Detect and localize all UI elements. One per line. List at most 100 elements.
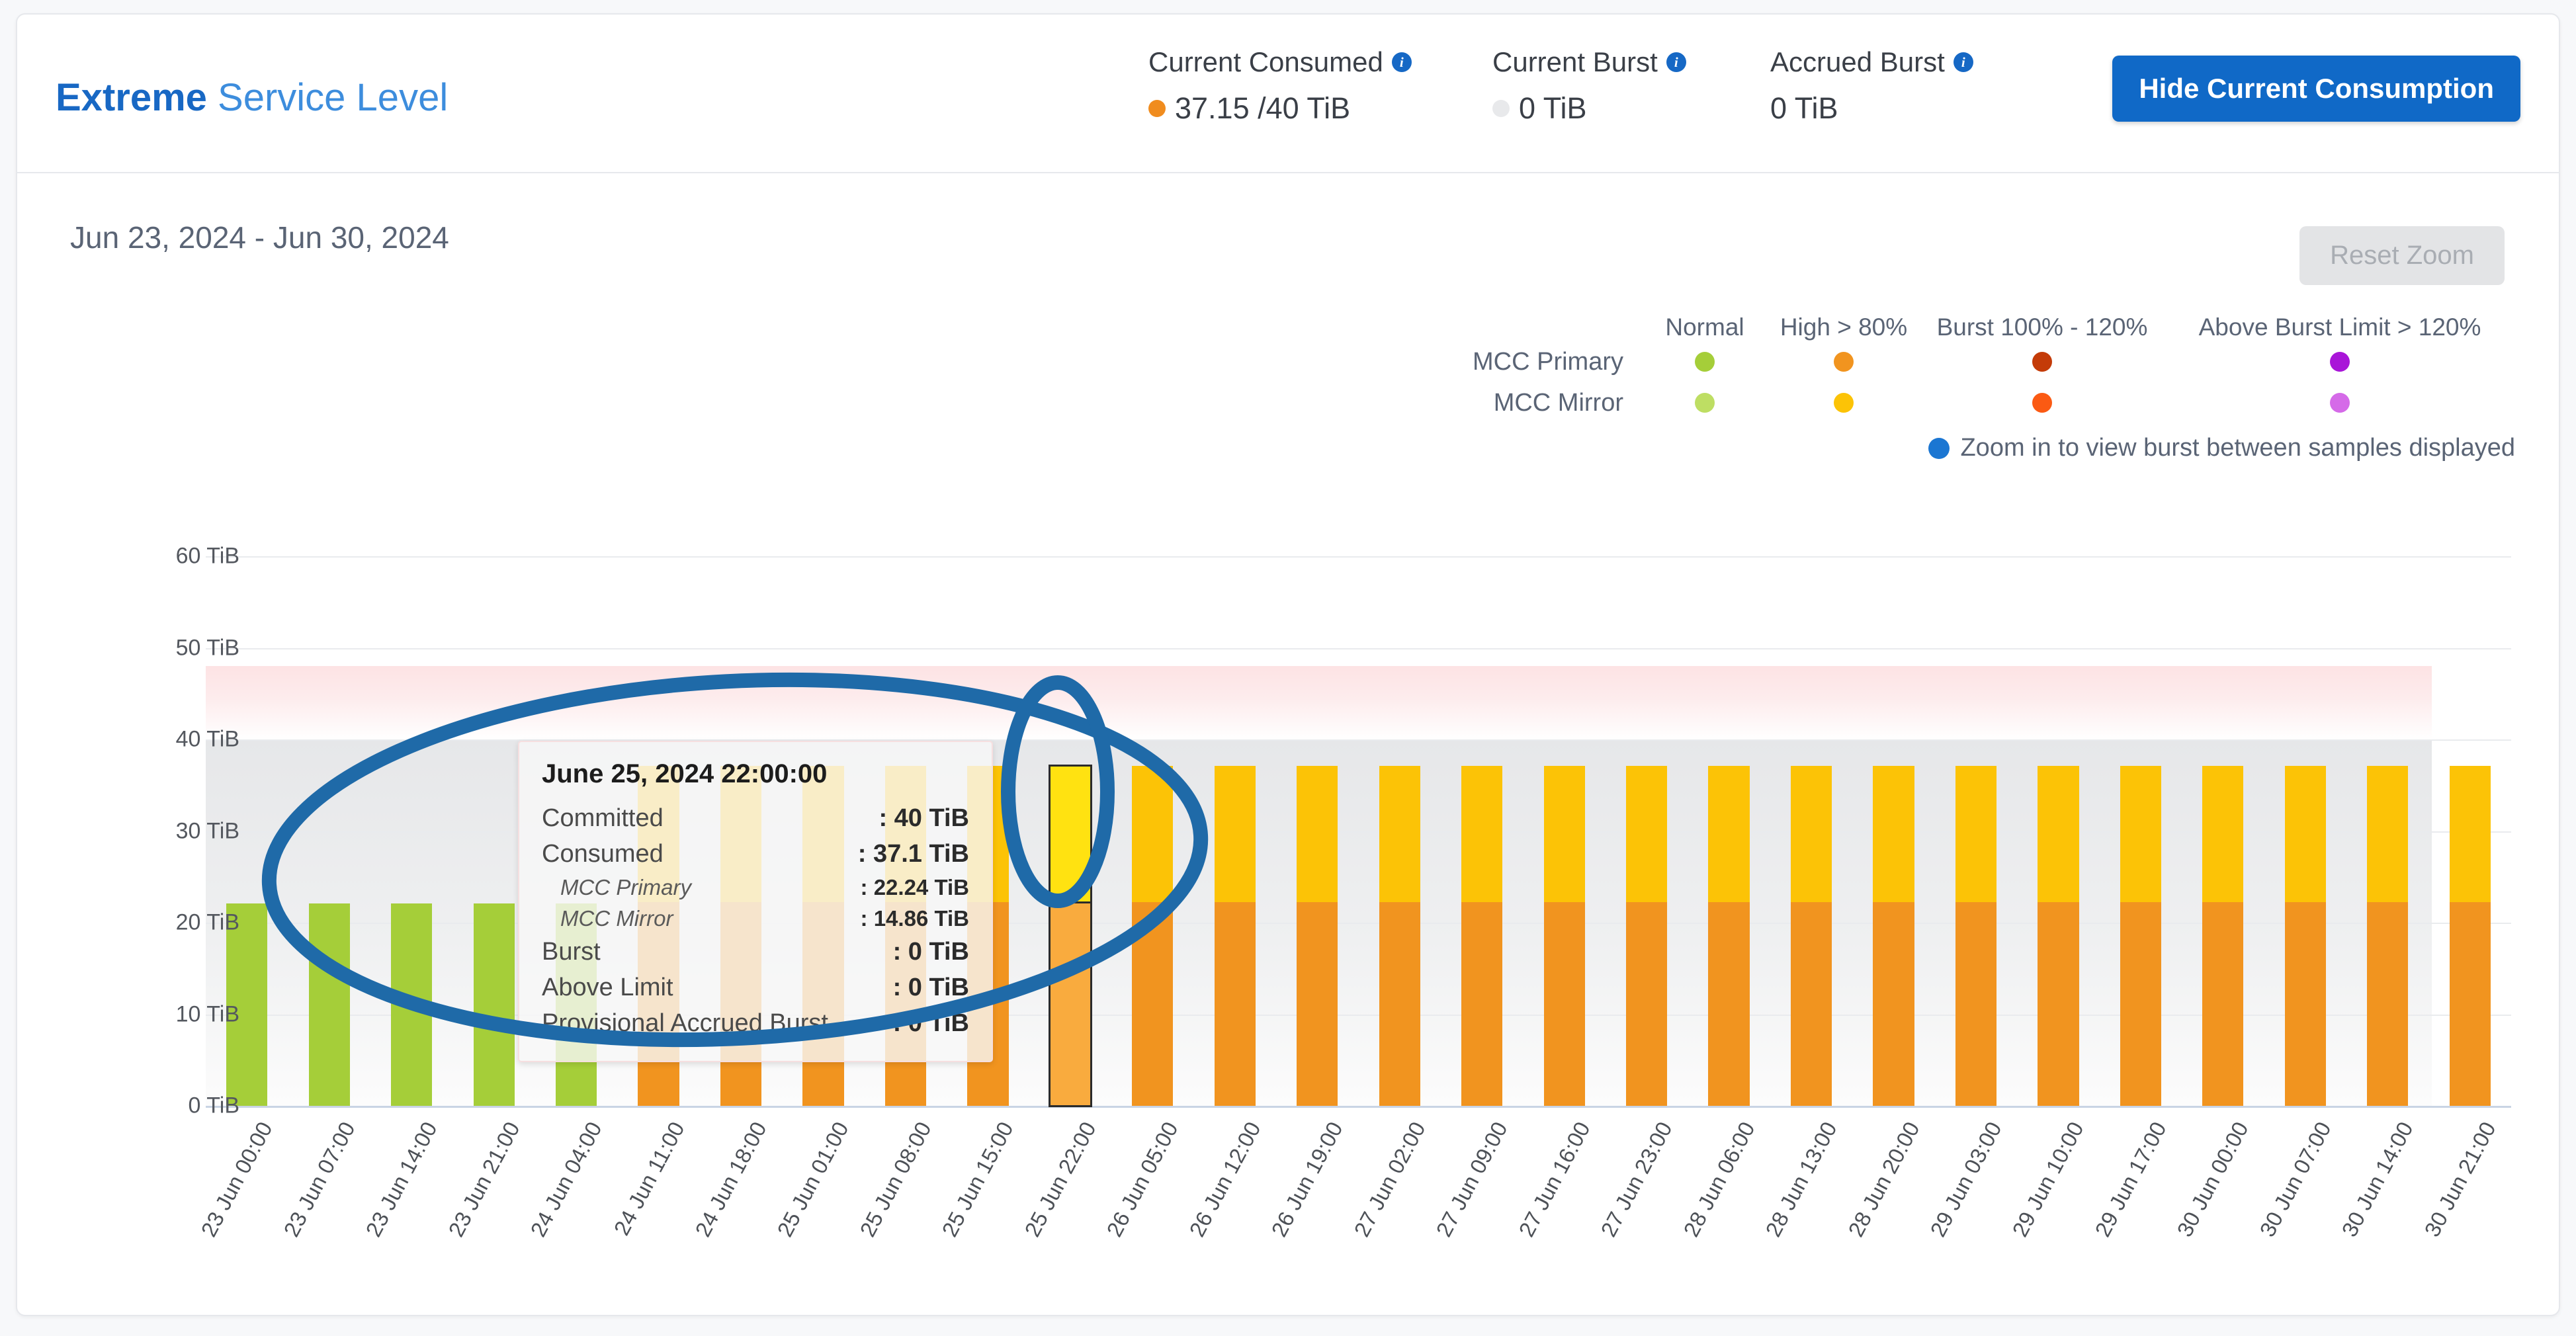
tooltip-row: Provisional Accrued Burst: 0 TiB bbox=[542, 1006, 969, 1042]
bar-segment-mcc-mirror bbox=[2202, 766, 2244, 903]
y-axis-tick-label: 30 TiB bbox=[175, 818, 239, 844]
x-axis-tick-label: 24 Jun 18:00 bbox=[690, 1118, 771, 1241]
tooltip-row-key: Provisional Accrued Burst bbox=[542, 1009, 828, 1037]
bar-segment-mcc-mirror bbox=[1048, 765, 1092, 904]
info-icon[interactable]: i bbox=[1953, 52, 1973, 72]
chart-bar[interactable] bbox=[1048, 511, 1092, 1107]
chart-bar[interactable] bbox=[308, 511, 350, 1106]
bar-segment-mcc-primary bbox=[308, 903, 350, 1106]
chart-bar[interactable] bbox=[1379, 511, 1420, 1106]
legend-note: Zoom in to view burst between samples di… bbox=[1443, 434, 2515, 462]
x-axis-tick-label: 26 Jun 05:00 bbox=[1101, 1118, 1183, 1241]
bar-segment-mcc-primary bbox=[2284, 902, 2326, 1106]
stat-label-text: Current Burst bbox=[1492, 46, 1658, 77]
bar-segment-mcc-primary bbox=[1790, 902, 1832, 1106]
x-axis-tick-label: 30 Jun 07:00 bbox=[2254, 1118, 2336, 1241]
page-title-rest: Service Level bbox=[206, 76, 449, 119]
x-axis-tick-label: 26 Jun 12:00 bbox=[1184, 1118, 1266, 1241]
chart-bar[interactable] bbox=[1790, 511, 1832, 1106]
x-axis-tick-label: 24 Jun 04:00 bbox=[525, 1118, 607, 1241]
bar-segment-mcc-mirror bbox=[2367, 766, 2409, 903]
legend-col-burst: Burst 100% - 120% bbox=[1936, 313, 2148, 341]
tooltip-row: MCC Mirror: 14.86 TiB bbox=[542, 903, 969, 935]
tooltip-row-key: MCC Primary bbox=[560, 874, 691, 899]
tooltip-title: June 25, 2024 22:00:00 bbox=[542, 759, 828, 788]
tooltip-row-value: : 40 TiB bbox=[879, 804, 969, 832]
reset-zoom-button[interactable]: Reset Zoom bbox=[2299, 226, 2505, 285]
stat-value-text: 0 TiB bbox=[1770, 91, 1838, 125]
chart-bar[interactable] bbox=[1873, 511, 1914, 1106]
legend-dot-normal bbox=[1695, 352, 1715, 372]
status-dot bbox=[1148, 100, 1166, 117]
service-level-card: Extreme Service Level Current Consumed i… bbox=[16, 13, 2560, 1316]
bar-segment-mcc-mirror bbox=[1379, 766, 1420, 903]
zoom-hint-dot-icon bbox=[1928, 437, 1950, 459]
chart-bar[interactable] bbox=[2202, 511, 2244, 1106]
stat-value: 37.15 /40 TiB bbox=[1148, 91, 1412, 126]
chart-bar[interactable] bbox=[1214, 511, 1256, 1106]
consumption-chart[interactable]: 0 TiB 10 TiB 20 TiB 30 TiB 40 TiB 50 TiB 60 Ti… bbox=[17, 471, 2559, 1311]
bar-segment-mcc-mirror bbox=[1790, 766, 1832, 903]
x-axis-tick-label: 25 Jun 01:00 bbox=[772, 1118, 854, 1241]
stat-value: 0 TiB bbox=[1492, 91, 1686, 126]
bar-segment-mcc-mirror bbox=[2449, 766, 2491, 903]
chart-bar[interactable] bbox=[1543, 511, 1585, 1106]
x-axis-tick-label: 25 Jun 22:00 bbox=[1019, 1118, 1101, 1241]
x-axis-tick-label: 23 Jun 00:00 bbox=[196, 1118, 277, 1241]
x-axis-tick-label: 23 Jun 07:00 bbox=[279, 1118, 360, 1241]
x-axis-tick-label: 28 Jun 06:00 bbox=[1678, 1118, 1760, 1241]
info-icon[interactable]: i bbox=[1666, 52, 1686, 72]
chart-bar[interactable] bbox=[2284, 511, 2326, 1106]
x-axis-tick-label: 28 Jun 13:00 bbox=[1760, 1118, 1842, 1241]
tooltip-row-value: : 14.86 TiB bbox=[860, 905, 969, 931]
tooltip-row-value: : 0 TiB bbox=[892, 937, 969, 966]
tooltip-row-key: Consumed bbox=[542, 839, 664, 868]
x-axis-tick-label: 24 Jun 11:00 bbox=[609, 1118, 689, 1239]
bar-segment-mcc-primary bbox=[1873, 902, 1914, 1106]
chart-bar[interactable] bbox=[1297, 511, 1338, 1106]
info-icon[interactable]: i bbox=[1391, 52, 1412, 72]
bar-segment-mcc-primary bbox=[1214, 902, 1256, 1106]
bar-segment-mcc-mirror bbox=[1873, 766, 1914, 903]
tooltip-row-value: : 37.1 TiB bbox=[857, 839, 969, 868]
chart-bar[interactable] bbox=[2038, 511, 2079, 1106]
x-axis-tick-label: 23 Jun 14:00 bbox=[361, 1118, 442, 1241]
bar-segment-mcc-primary bbox=[1543, 902, 1585, 1106]
bar-segment-mcc-primary bbox=[1297, 902, 1338, 1106]
chart-legend: Normal High > 80% Burst 100% - 120% Abov… bbox=[1443, 306, 2515, 462]
x-axis-tick-label: 25 Jun 15:00 bbox=[937, 1118, 1019, 1241]
legend-header-row: Normal High > 80% Burst 100% - 120% Abov… bbox=[1443, 306, 2515, 341]
page-title: Extreme Service Level bbox=[56, 75, 448, 120]
chart-bar[interactable] bbox=[1461, 511, 1503, 1106]
chart-bar[interactable] bbox=[2367, 511, 2409, 1106]
stat-current-burst: Current Burst i 0 TiB bbox=[1492, 46, 1686, 126]
bar-segment-mcc-primary bbox=[1132, 902, 1174, 1106]
chart-bar[interactable] bbox=[1708, 511, 1750, 1106]
chart-bar[interactable] bbox=[391, 511, 433, 1106]
bar-segment-mcc-primary bbox=[1708, 902, 1750, 1106]
gridline bbox=[206, 556, 2511, 558]
stat-label-text: Current Consumed bbox=[1148, 46, 1383, 77]
bar-segment-mcc-mirror bbox=[1132, 766, 1174, 903]
bar-segment-mcc-mirror bbox=[1214, 766, 1256, 903]
chart-bar[interactable] bbox=[2449, 511, 2491, 1106]
bar-segment-mcc-mirror bbox=[2284, 766, 2326, 903]
legend-dot-above-burst bbox=[2330, 393, 2350, 413]
tooltip-row-value: : 22.24 TiB bbox=[860, 874, 969, 899]
chart-bar[interactable] bbox=[1955, 511, 1997, 1106]
bar-segment-mcc-primary bbox=[1048, 901, 1092, 1107]
x-axis-tick-label: 30 Jun 14:00 bbox=[2337, 1118, 2418, 1241]
x-axis-tick-label: 29 Jun 17:00 bbox=[2090, 1118, 2171, 1241]
chart-bar[interactable] bbox=[473, 511, 515, 1106]
chart-bar[interactable] bbox=[1132, 511, 1174, 1106]
bar-segment-mcc-mirror bbox=[2038, 766, 2079, 903]
tooltip-row: Above Limit: 0 TiB bbox=[542, 970, 969, 1006]
chart-bar[interactable] bbox=[1626, 511, 1668, 1106]
y-axis-tick-label: 10 TiB bbox=[175, 1001, 239, 1027]
chart-bar[interactable] bbox=[2120, 511, 2161, 1106]
x-axis-tick-label: 29 Jun 10:00 bbox=[2007, 1118, 2089, 1241]
x-axis-tick-label: 29 Jun 03:00 bbox=[1925, 1118, 2006, 1241]
bar-segment-mcc-mirror bbox=[1461, 766, 1503, 903]
legend-row-mcc-primary: MCC Primary bbox=[1443, 341, 2515, 382]
hide-current-consumption-button[interactable]: Hide Current Consumption bbox=[2112, 56, 2520, 122]
